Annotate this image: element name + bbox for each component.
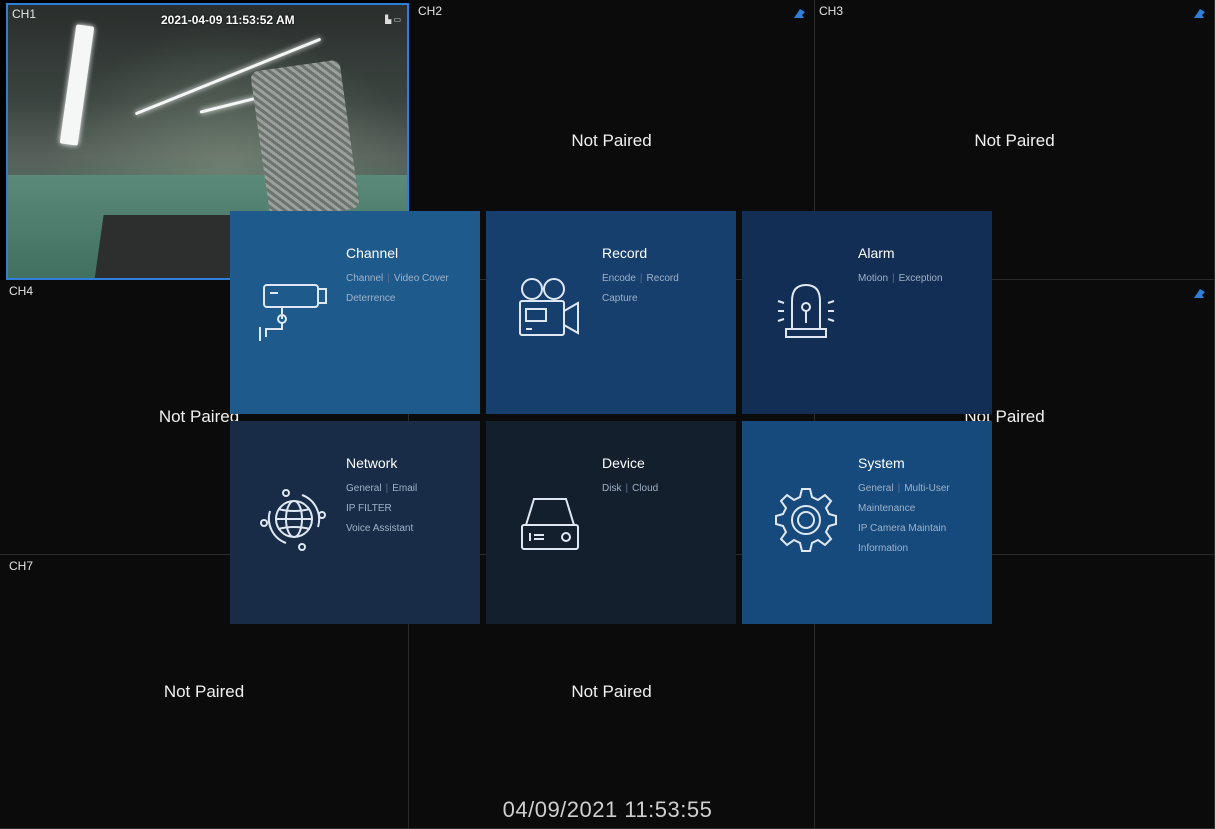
status-icons: ▙ ▭ bbox=[385, 15, 401, 24]
channel-label: CH7 bbox=[9, 559, 34, 573]
submenu-item[interactable]: Channel bbox=[346, 273, 383, 284]
channel-label: CH4 bbox=[9, 284, 34, 298]
menu-title: Alarm bbox=[858, 245, 895, 261]
camera-icon bbox=[1194, 289, 1205, 298]
submenu-item[interactable]: Encode bbox=[602, 273, 636, 284]
submenu-item[interactable]: Capture bbox=[602, 293, 638, 304]
menu-tile-channel[interactable]: Channel Channel | Video Cover Deterrence bbox=[230, 211, 480, 414]
camera-icon bbox=[794, 9, 805, 18]
submenu-item[interactable]: Deterrence bbox=[346, 293, 395, 304]
submenu-item[interactable]: Voice Assistant bbox=[346, 523, 413, 534]
not-paired-text: Not Paired bbox=[974, 131, 1055, 150]
submenu-item[interactable]: Video Cover bbox=[394, 273, 449, 284]
menu-tile-network[interactable]: Network General | Email IP FILTER Voice As… bbox=[230, 421, 480, 624]
camera-icon bbox=[259, 284, 327, 341]
not-paired-text: Not Paired bbox=[571, 131, 652, 150]
menu-submenu: Disk | Cloud bbox=[602, 483, 659, 494]
main-menu: Channel Channel | Video Cover Deterrence R… bbox=[230, 211, 994, 624]
gear-icon bbox=[775, 488, 837, 552]
submenu-item[interactable]: Multi-User bbox=[904, 483, 950, 494]
chair-object bbox=[249, 59, 361, 221]
submenu-item[interactable]: Disk bbox=[602, 483, 621, 494]
submenu-item[interactable]: General bbox=[346, 483, 382, 494]
menu-title: System bbox=[858, 455, 905, 471]
menu-submenu: Channel | Video Cover Deterrence bbox=[346, 273, 449, 304]
submenu-item[interactable]: Cloud bbox=[632, 483, 658, 494]
menu-submenu: Encode | Record Capture bbox=[602, 273, 679, 304]
submenu-item[interactable]: Motion bbox=[858, 273, 888, 284]
submenu-item[interactable]: Exception bbox=[899, 273, 943, 284]
menu-tile-system[interactable]: System General | Multi-User Maintenance IP… bbox=[742, 421, 992, 624]
submenu-item[interactable]: Email bbox=[392, 483, 417, 494]
menu-submenu: General | Multi-User Maintenance IP Camera… bbox=[858, 483, 950, 554]
channel-label: CH2 bbox=[418, 4, 443, 18]
menu-title: Channel bbox=[346, 245, 399, 261]
siren-icon bbox=[777, 283, 835, 338]
ceiling-light bbox=[59, 24, 95, 146]
hard-drive-icon bbox=[521, 498, 579, 550]
submenu-item[interactable]: Record bbox=[647, 273, 679, 284]
menu-submenu: General | Email IP FILTER Voice Assistant bbox=[346, 483, 418, 534]
submenu-item[interactable]: IP FILTER bbox=[346, 503, 392, 514]
menu-tile-record[interactable]: Record Encode | Record Capture bbox=[486, 211, 736, 414]
submenu-item[interactable]: Information bbox=[858, 543, 908, 554]
menu-title: Device bbox=[602, 455, 645, 471]
channel-label: CH3 bbox=[819, 4, 844, 18]
menu-tile-alarm[interactable]: Alarm Motion | Exception bbox=[742, 211, 992, 414]
menu-title: Record bbox=[602, 245, 648, 261]
submenu-item[interactable]: Maintenance bbox=[858, 503, 915, 514]
osd-timestamp: 2021-04-09 11:53:52 AM bbox=[161, 13, 295, 27]
not-paired-text: Not Paired bbox=[571, 682, 652, 701]
system-clock: 04/09/2021 11:53:55 bbox=[502, 797, 713, 822]
menu-submenu: Motion | Exception bbox=[858, 273, 943, 284]
submenu-item[interactable]: IP Camera Maintain bbox=[858, 523, 946, 534]
menu-title: Network bbox=[346, 455, 398, 471]
globe-icon bbox=[260, 489, 326, 551]
film-camera-icon bbox=[519, 278, 579, 336]
submenu-item[interactable]: General bbox=[858, 483, 894, 494]
not-paired-text: Not Paired bbox=[163, 682, 245, 701]
channel-label: CH1 bbox=[12, 7, 37, 21]
menu-tile-device[interactable]: Device Disk | Cloud bbox=[486, 421, 736, 624]
camera-icon bbox=[1194, 9, 1205, 18]
